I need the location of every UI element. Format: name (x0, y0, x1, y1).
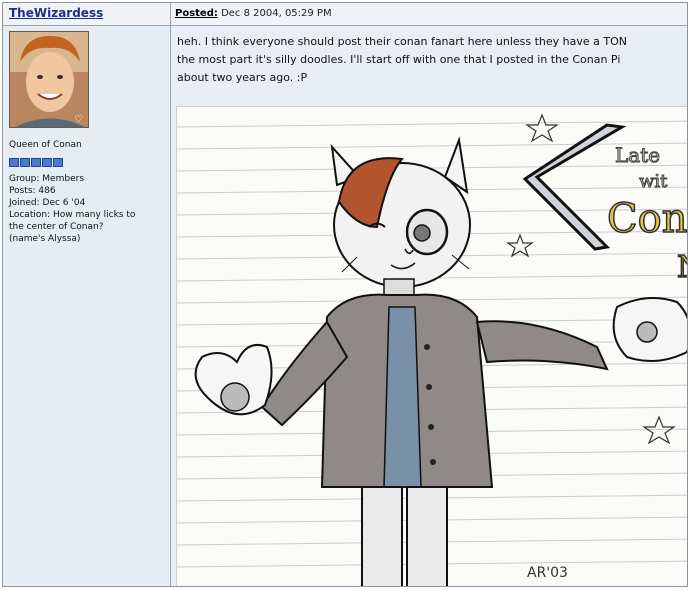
post-body: heh. I think everyone should post their … (171, 26, 687, 586)
rank-pip (31, 158, 41, 167)
fanart-drawing: Late wit Con N (176, 107, 688, 586)
avatar-image: ♡ (10, 32, 88, 127)
rank-title: Queen of Conan (9, 140, 82, 150)
rank-pip (9, 158, 19, 167)
fanart-image[interactable]: Late wit Con N (176, 106, 688, 586)
post-text: heh. I think everyone should post their … (177, 33, 687, 87)
headline-word-conan: Con (607, 196, 687, 242)
headline-word-with: wit (639, 171, 668, 192)
user-location-cont: the center of Conan? (9, 222, 104, 232)
post-text-line: about two years ago. :P (177, 71, 308, 84)
posted-label[interactable]: Posted: (175, 8, 218, 19)
post-text-line: the most part it's silly doodles. I'll s… (177, 53, 621, 66)
post-text-line: heh. I think everyone should post their … (177, 35, 628, 48)
rank-pips (9, 152, 64, 171)
posted-date: Dec 8 2004, 05:29 PM (221, 8, 332, 19)
avatar[interactable]: ♡ (9, 31, 89, 128)
rank-pip (42, 158, 52, 167)
user-stats: Group: Members Posts: 486 Joined: Dec 6 … (9, 173, 169, 245)
user-group: Group: Members (9, 174, 85, 184)
post-timestamp: Posted: Dec 8 2004, 05:29 PM (175, 8, 332, 19)
post-header: TheWizardess Posted: Dec 8 2004, 05:29 P… (3, 3, 687, 26)
artist-signature: AR'03 (527, 565, 568, 581)
svg-text:N: N (677, 250, 688, 285)
user-post-count: Posts: 486 (9, 186, 56, 196)
user-profile-panel: ♡ Queen of Conan Group: Members Posts: 4… (3, 26, 170, 586)
svg-text:♡: ♡ (74, 114, 83, 125)
forum-post: TheWizardess Posted: Dec 8 2004, 05:29 P… (2, 2, 688, 587)
user-real-name: (name's Alyssa) (9, 234, 81, 244)
rank-pip (20, 158, 30, 167)
headline-word-late: Late (615, 143, 660, 167)
user-location: Location: How many licks to (9, 210, 136, 220)
user-joined: Joined: Dec 6 '04 (9, 198, 86, 208)
rank-pip (53, 158, 63, 167)
username-link[interactable]: TheWizardess (9, 6, 103, 20)
